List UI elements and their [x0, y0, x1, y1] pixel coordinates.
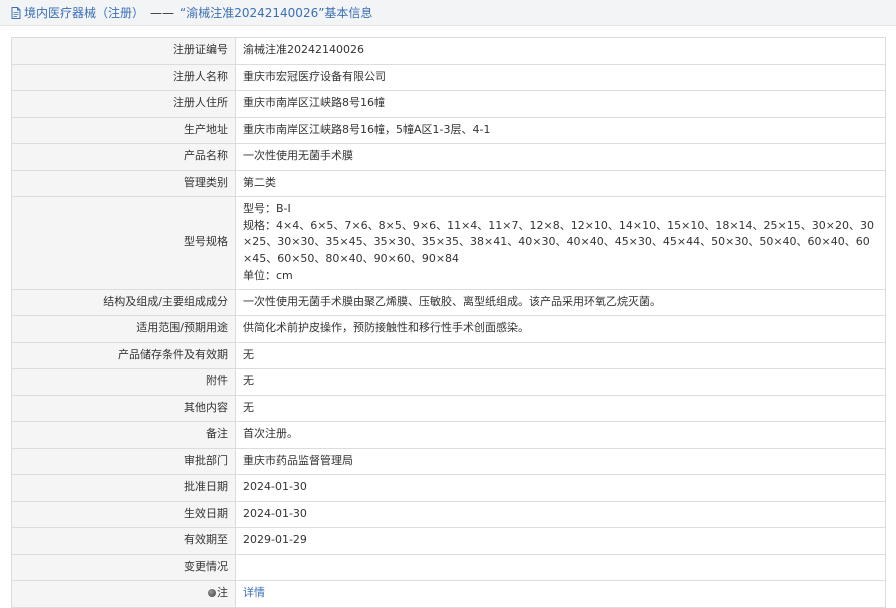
field-label: 产品名称	[11, 143, 236, 171]
field-label: 有效期至	[11, 527, 236, 555]
field-value: 首次注册。	[235, 421, 886, 449]
breadcrumb-separator: ——	[150, 5, 175, 20]
table-row: 有效期至 2029-01-29	[11, 527, 886, 555]
page-title: “渝械注准20242140026”基本信息	[180, 6, 373, 20]
table-row: 管理类别 第二类	[11, 169, 886, 197]
field-label: 审批部门	[11, 447, 236, 476]
details-link[interactable]: 详情	[243, 586, 265, 599]
table-row: 变更情况	[11, 553, 886, 582]
field-label: 结构及组成/主要组成成分	[11, 288, 236, 317]
note-label-cell: 注	[11, 580, 236, 608]
table-row: 产品储存条件及有效期 无	[11, 341, 886, 370]
table-row: 注册证编号 渝械注准20242140026	[11, 37, 886, 65]
table-row: 结构及组成/主要组成成分 一次性使用无菌手术膜由聚乙烯膜、压敏胶、离型纸组成。该…	[11, 288, 886, 317]
unit-line: 单位：cm	[243, 268, 293, 282]
breadcrumb-bar: 境内医疗器械（注册） —— “渝械注准20242140026”基本信息	[0, 0, 896, 26]
field-value-multiline: 型号：B-Ⅰ 规格：4×4、6×5、7×6、8×5、9×6、11×4、11×7、…	[235, 196, 886, 290]
table-row: 审批部门 重庆市药品监督管理局	[11, 447, 886, 476]
field-value: 供简化术前护皮操作，预防接触性和移行性手术创面感染。	[235, 315, 886, 343]
pin-icon	[208, 589, 216, 598]
field-value: 无	[235, 394, 886, 423]
field-value: 无	[235, 368, 886, 396]
field-label: 注册人名称	[11, 63, 236, 91]
field-value: 渝械注准20242140026	[235, 37, 886, 65]
table-row: 其他内容 无	[11, 394, 886, 423]
field-value: 第二类	[235, 169, 886, 197]
table-row: 批准日期 2024-01-30	[11, 474, 886, 502]
field-value	[235, 553, 886, 582]
field-label: 型号规格	[11, 196, 236, 290]
field-value: 2029-01-29	[235, 527, 886, 555]
field-label: 生产地址	[11, 116, 236, 144]
table-row: 注 详情	[11, 580, 886, 608]
breadcrumb-section-link[interactable]: 境内医疗器械（注册）	[24, 4, 144, 21]
model-line: 型号：B-Ⅰ	[243, 202, 291, 215]
field-label: 生效日期	[11, 500, 236, 529]
field-label: 管理类别	[11, 169, 236, 197]
field-label: 注册人住所	[11, 90, 236, 118]
field-label: 备注	[11, 421, 236, 449]
field-label: 变更情况	[11, 553, 236, 582]
field-value: 一次性使用无菌手术膜	[235, 143, 886, 171]
spec-line: 规格：4×4、6×5、7×6、8×5、9×6、11×4、11×7、12×8、12…	[243, 218, 874, 266]
field-label: 适用范围/预期用途	[11, 315, 236, 343]
field-value: 重庆市药品监督管理局	[235, 447, 886, 476]
field-value: 无	[235, 341, 886, 370]
info-table: 注册证编号 渝械注准20242140026 注册人名称 重庆市宏冠医疗设备有限公…	[11, 37, 886, 608]
field-label: 注册证编号	[11, 37, 236, 65]
field-label: 注	[217, 586, 228, 600]
table-row: 型号规格 型号：B-Ⅰ 规格：4×4、6×5、7×6、8×5、9×6、11×4、…	[11, 196, 886, 290]
table-row: 适用范围/预期用途 供简化术前护皮操作，预防接触性和移行性手术创面感染。	[11, 315, 886, 343]
field-label: 批准日期	[11, 474, 236, 502]
table-row: 生效日期 2024-01-30	[11, 500, 886, 529]
field-value: 详情	[235, 580, 886, 608]
table-row: 备注 首次注册。	[11, 421, 886, 449]
field-value: 2024-01-30	[235, 474, 886, 502]
field-label: 产品储存条件及有效期	[11, 341, 236, 370]
table-row: 产品名称 一次性使用无菌手术膜	[11, 143, 886, 171]
field-value: 一次性使用无菌手术膜由聚乙烯膜、压敏胶、离型纸组成。该产品采用环氧乙烷灭菌。	[235, 288, 886, 317]
field-value: 重庆市宏冠医疗设备有限公司	[235, 63, 886, 91]
field-label: 附件	[11, 368, 236, 396]
document-icon	[10, 6, 22, 19]
table-row: 注册人住所 重庆市南岸区江峡路8号16幢	[11, 90, 886, 118]
field-value: 重庆市南岸区江峡路8号16幢	[235, 90, 886, 118]
table-row: 生产地址 重庆市南岸区江峡路8号16幢，5幢A区1-3层、4-1	[11, 116, 886, 144]
field-value: 2024-01-30	[235, 500, 886, 529]
table-row: 注册人名称 重庆市宏冠医疗设备有限公司	[11, 63, 886, 91]
table-row: 附件 无	[11, 368, 886, 396]
field-label: 其他内容	[11, 394, 236, 423]
field-value: 重庆市南岸区江峡路8号16幢，5幢A区1-3层、4-1	[235, 116, 886, 144]
